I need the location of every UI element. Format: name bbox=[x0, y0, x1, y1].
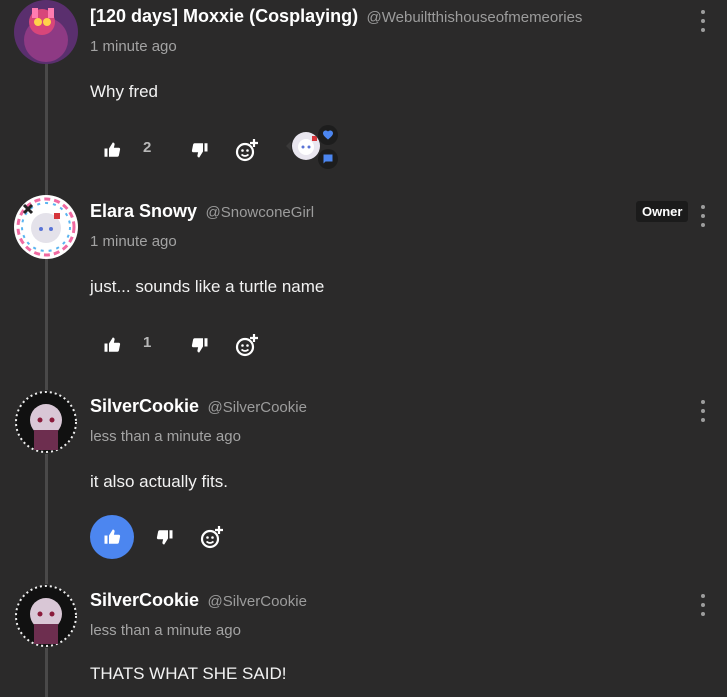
reactions-summary[interactable] bbox=[286, 125, 346, 178]
chat-bubble-icon bbox=[323, 154, 333, 164]
more-vertical-icon bbox=[701, 400, 705, 404]
avatar[interactable] bbox=[14, 195, 78, 259]
more-options-button[interactable] bbox=[697, 400, 709, 422]
like-count: 2 bbox=[143, 139, 152, 156]
dislike-button[interactable] bbox=[178, 323, 222, 367]
comment-text: THATS WHAT SHE SAID! bbox=[90, 664, 287, 683]
timestamp: 1 minute ago bbox=[90, 233, 177, 250]
user-handle[interactable]: @Webuiltthishouseofmemeories bbox=[367, 9, 583, 26]
thumbs-up-icon bbox=[104, 142, 121, 157]
display-name[interactable]: SilverCookie bbox=[90, 590, 199, 610]
display-name[interactable]: Elara Snowy bbox=[90, 201, 197, 221]
add-reaction-icon bbox=[235, 139, 258, 162]
thumbs-up-icon bbox=[104, 529, 121, 544]
display-name[interactable]: SilverCookie bbox=[90, 396, 199, 416]
dislike-button[interactable] bbox=[143, 515, 187, 559]
add-reaction-button[interactable] bbox=[225, 323, 269, 367]
user-handle[interactable]: @SilverCookie bbox=[208, 593, 307, 610]
comment: SilverCookie @SilverCookie less than a m… bbox=[0, 584, 727, 697]
more-vertical-icon bbox=[701, 205, 705, 209]
comment-header: SilverCookie @SilverCookie bbox=[90, 590, 307, 611]
user-handle[interactable]: @SilverCookie bbox=[208, 399, 307, 416]
add-reaction-icon bbox=[200, 526, 223, 549]
display-name[interactable]: [120 days] Moxxie (Cosplaying) bbox=[90, 6, 358, 26]
more-options-button[interactable] bbox=[697, 205, 709, 227]
comment-thread: [120 days] Moxxie (Cosplaying) @Webuiltt… bbox=[0, 0, 727, 697]
avatar[interactable] bbox=[14, 0, 78, 64]
heart-icon bbox=[323, 130, 333, 140]
timestamp: 1 minute ago bbox=[90, 38, 177, 55]
more-options-button[interactable] bbox=[697, 10, 709, 32]
thumbs-down-icon bbox=[191, 143, 208, 158]
comment-header: Elara Snowy @SnowconeGirl bbox=[90, 201, 314, 222]
comment: Elara Snowy @SnowconeGirl 1 minute ago j… bbox=[0, 195, 727, 390]
more-options-button[interactable] bbox=[697, 594, 709, 616]
like-count: 1 bbox=[143, 334, 152, 351]
more-vertical-icon bbox=[701, 594, 705, 598]
comment: SilverCookie @SilverCookie less than a m… bbox=[0, 390, 727, 585]
user-handle[interactable]: @SnowconeGirl bbox=[206, 204, 315, 221]
timestamp: less than a minute ago bbox=[90, 428, 241, 445]
thumbs-down-icon bbox=[156, 530, 173, 545]
thumbs-up-icon bbox=[104, 337, 121, 352]
reactor-avatar bbox=[292, 132, 320, 160]
thumbs-down-icon bbox=[191, 338, 208, 353]
comment-header: SilverCookie @SilverCookie bbox=[90, 396, 307, 417]
avatar[interactable] bbox=[14, 390, 78, 454]
comment: [120 days] Moxxie (Cosplaying) @Webuiltt… bbox=[0, 0, 727, 195]
add-reaction-icon bbox=[235, 334, 258, 357]
comment-text: it also actually fits. bbox=[90, 472, 228, 491]
avatar[interactable] bbox=[14, 584, 78, 648]
more-vertical-icon bbox=[701, 10, 705, 14]
like-button[interactable] bbox=[90, 323, 134, 367]
add-reaction-button[interactable] bbox=[190, 515, 234, 559]
timestamp: less than a minute ago bbox=[90, 622, 241, 639]
comment-reaction bbox=[318, 149, 338, 169]
heart-reaction bbox=[318, 125, 338, 145]
comment-text: Why fred bbox=[90, 82, 159, 101]
dislike-button[interactable] bbox=[178, 128, 222, 172]
comment-text: just... sounds like a turtle name bbox=[90, 277, 325, 296]
comment-header: [120 days] Moxxie (Cosplaying) @Webuiltt… bbox=[90, 6, 582, 27]
add-reaction-button[interactable] bbox=[225, 128, 269, 172]
owner-badge: Owner bbox=[636, 201, 689, 222]
like-button[interactable] bbox=[90, 515, 134, 559]
like-button[interactable] bbox=[90, 128, 134, 172]
